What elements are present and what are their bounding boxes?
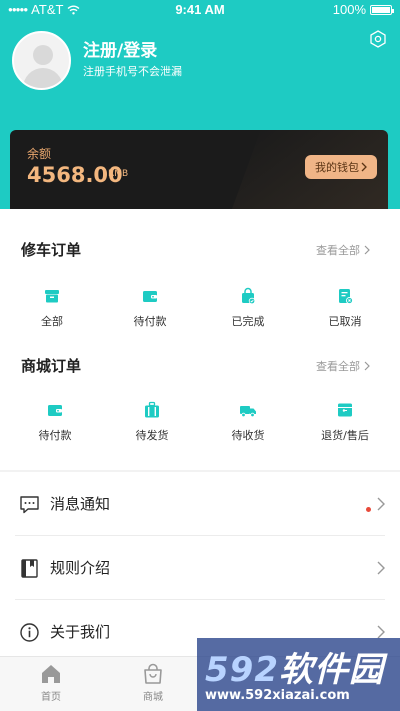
home-icon — [42, 665, 60, 683]
mall-order-pending-shipment[interactable]: 待发货 — [117, 401, 187, 443]
battery-info: 100% — [332, 2, 394, 17]
chevron-right-icon — [377, 497, 385, 511]
tab-home[interactable]: 首页 — [21, 663, 81, 703]
repair-order-pending-payment[interactable]: 待付款 — [115, 287, 185, 329]
chevron-right-icon — [364, 361, 370, 371]
repair-order-label: 已取消 — [328, 315, 362, 328]
watermark-digits: 592 — [205, 650, 279, 690]
mall-orders-view-all[interactable]: 查看全部 — [316, 358, 370, 374]
chevron-right-icon — [377, 561, 385, 575]
shopping-bag-icon — [144, 663, 162, 684]
mall-orders-title: 商城订单 — [21, 357, 82, 375]
battery-icon — [370, 4, 394, 15]
tab-label: 商城 — [143, 692, 163, 703]
watermark-logo: 592软件园 www.592xiazai.com — [197, 638, 400, 711]
mall-order-label: 待付款 — [38, 429, 72, 442]
my-wallet-button[interactable]: 我的钱包 — [305, 155, 377, 179]
my-wallet-label: 我的钱包 — [315, 161, 359, 174]
mall-order-label: 退货/售后 — [321, 429, 369, 442]
avatar-head-shape — [33, 45, 53, 65]
mall-order-label: 待发货 — [135, 429, 169, 442]
repair-order-label: 待付款 — [133, 315, 167, 328]
tab-mall[interactable]: 商城 — [123, 663, 183, 703]
view-all-label: 查看全部 — [316, 360, 360, 373]
tab-label: 首页 — [41, 692, 61, 703]
suitcase-icon — [145, 401, 159, 418]
status-bar: ●●●●● AT&T 9:41 AM 100% — [0, 0, 400, 20]
book-icon — [21, 559, 38, 578]
menu-item-label: 关于我们 — [50, 623, 111, 641]
unread-badge — [366, 507, 371, 512]
wallet-card: 余额 4568.00 RMB 我的钱包 — [10, 130, 388, 210]
repair-order-label: 已完成 — [231, 315, 265, 328]
balance-label: 余额 — [27, 147, 52, 161]
menu-item-label: 规则介绍 — [50, 559, 111, 577]
chevron-right-icon — [364, 245, 370, 255]
box-icon — [45, 290, 59, 303]
avatar[interactable] — [12, 31, 71, 90]
wallet-icon — [48, 405, 62, 416]
settings-icon[interactable] — [369, 30, 387, 48]
menu-item-label: 消息通知 — [50, 495, 111, 513]
chevron-right-icon — [377, 625, 385, 639]
wallet-icon — [143, 291, 157, 302]
login-register-link[interactable]: 注册/登录 — [83, 36, 157, 61]
menu-item-rules[interactable]: 规则介绍 — [0, 536, 400, 600]
battery-percent: 100% — [332, 2, 366, 17]
repair-order-label: 全部 — [41, 315, 63, 328]
watermark-brand: 592软件园 — [205, 642, 384, 691]
watermark-text: 软件园 — [278, 650, 384, 690]
menu-item-notifications[interactable]: 消息通知 — [0, 472, 400, 536]
truck-icon — [240, 406, 256, 418]
avatar-body-shape — [23, 68, 63, 88]
repair-order-all[interactable]: 全部 — [17, 287, 87, 329]
repair-order-cancelled[interactable]: 已取消 — [310, 287, 380, 329]
bag-check-icon — [242, 287, 256, 305]
mall-order-label: 待收货 — [231, 429, 265, 442]
repair-orders-title: 修车订单 — [21, 241, 82, 259]
repair-orders-view-all[interactable]: 查看全部 — [316, 242, 370, 258]
mall-order-pending-receipt[interactable]: 待收货 — [213, 401, 283, 443]
return-box-icon — [338, 403, 352, 417]
message-icon — [20, 496, 39, 514]
balance-unit: RMB — [108, 169, 129, 179]
info-icon — [20, 623, 39, 642]
mall-order-pending-payment[interactable]: 待付款 — [20, 401, 90, 443]
login-subtitle: 注册手机号不会泄漏 — [83, 65, 182, 78]
chevron-right-icon — [361, 162, 367, 172]
repair-order-completed[interactable]: 已完成 — [213, 287, 283, 329]
doc-cancel-icon — [339, 289, 353, 304]
mall-order-returns[interactable]: 退货/售后 — [303, 401, 387, 443]
orders-panel: 修车订单 查看全部 全部 待付款 已完成 已取消 商城订单 查看全部 待付款 待… — [0, 209, 400, 470]
watermark-url: www.592xiazai.com — [205, 688, 350, 703]
view-all-label: 查看全部 — [316, 244, 360, 257]
